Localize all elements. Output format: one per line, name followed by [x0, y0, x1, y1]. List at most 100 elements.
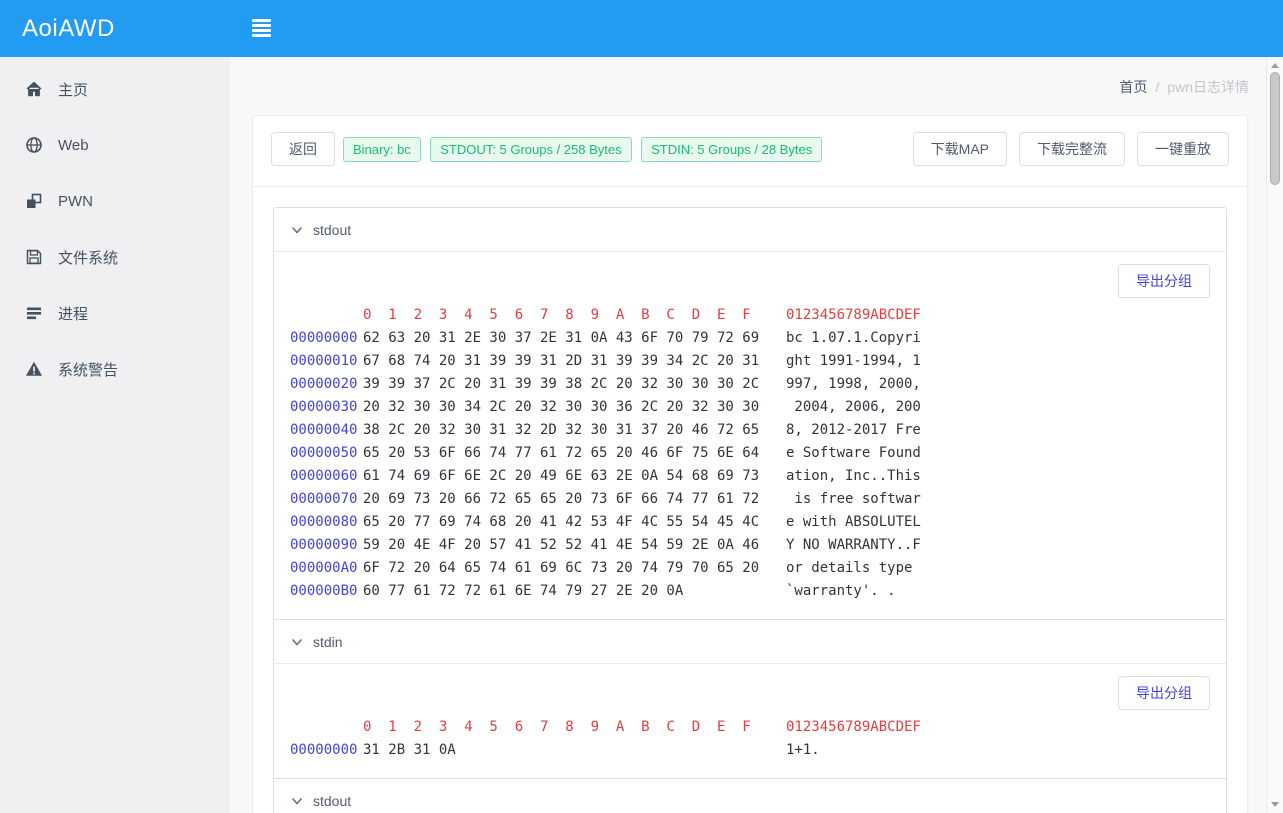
hex-offset: 00000060 [290, 468, 358, 484]
hex-offset: 00000080 [290, 514, 358, 530]
hex-ascii: 1+1. [786, 742, 820, 758]
collapse-title: stdin [313, 633, 343, 650]
breadcrumb-separator: / [1155, 79, 1160, 95]
sidebar-item-label: 系统警告 [58, 361, 119, 379]
hex-ascii: 8, 2012-2017 Fre [786, 422, 921, 438]
collapse-header[interactable]: stdin [274, 620, 1226, 664]
sidebar: AoiAWD 主页 Web PWN 文件系统 进程 系统警告 [0, 0, 230, 813]
hexdump-column-header: 000000000 1 2 3 4 5 6 7 8 9 A B C D E F0… [363, 307, 921, 323]
stream-collapse: stdout 导出分组 000000000 1 2 3 4 5 6 7 8 9 … [273, 207, 1227, 813]
sidebar-item-alerts[interactable]: 系统警告 [0, 341, 230, 397]
hex-bytes: 31 2B 31 0A [363, 742, 456, 758]
breadcrumb: 首页 / pwn日志详情 [1119, 77, 1249, 97]
export-group-button[interactable]: 导出分组 [1118, 264, 1210, 298]
hexdump: 000000000 1 2 3 4 5 6 7 8 9 A B C D E F0… [290, 304, 1210, 603]
home-icon [25, 80, 43, 98]
hexdump-column-header: 000000000 1 2 3 4 5 6 7 8 9 A B C D E F0… [363, 719, 921, 735]
chevron-down-icon [292, 226, 302, 233]
globe-icon [25, 136, 43, 154]
collapse-title: stdout [313, 793, 352, 809]
hex-ascii: is free softwar [786, 491, 921, 507]
sidebar-item-label: Web [58, 136, 89, 154]
toolbar: 返回 Binary: bc STDOUT: 5 Groups / 258 Byt… [253, 116, 1247, 187]
clone-icon [25, 192, 43, 210]
hex-offset: 00000000 [290, 742, 358, 758]
hexdump-row: 00000010 67 68 74 20 31 39 39 31 2D 31 39… [290, 350, 1210, 373]
hex-ascii: e with ABSOLUTEL [786, 514, 921, 530]
hex-bytes: 39 39 37 2C 20 31 39 39 38 2C 20 32 30 3… [363, 376, 760, 392]
process-icon [25, 304, 43, 322]
hex-bytes: 59 20 4E 4F 20 57 41 52 52 41 4E 54 59 2… [363, 537, 760, 553]
status-badge: Binary: bc [343, 136, 421, 162]
hex-bytes: 61 74 69 6F 6E 2C 20 49 6E 63 2E 0A 54 6… [363, 468, 760, 484]
download-full-stream-button[interactable]: 下载完整流 [1019, 132, 1125, 166]
hex-offset: 00000070 [290, 491, 358, 507]
hexdump-row: 000000B0 60 77 61 72 72 61 6E 74 79 27 2E… [290, 580, 1210, 603]
sidebar-item-process[interactable]: 进程 [0, 285, 230, 341]
export-group-button[interactable]: 导出分组 [1118, 676, 1210, 710]
collapse-title: stdout [313, 221, 352, 238]
menu-icon[interactable] [252, 19, 271, 39]
hex-ascii: `warranty'. . [786, 583, 896, 599]
hexdump-row: 000000A0 6F 72 20 64 65 74 61 69 6C 73 20… [290, 557, 1210, 580]
chevron-down-icon [292, 638, 302, 645]
hex-ascii: Y NO WARRANTY..F [786, 537, 921, 553]
stream-section-stdout-0: stdout 导出分组 000000000 1 2 3 4 5 6 7 8 9 … [274, 208, 1226, 619]
warning-icon [25, 360, 43, 378]
hexdump-row: 00000080 65 20 77 69 74 68 20 41 42 53 4F… [290, 511, 1210, 534]
hex-offset: 00000090 [290, 537, 358, 553]
page-scrollbar[interactable] [1266, 57, 1283, 813]
status-badge: STDOUT: 5 Groups / 258 Bytes [430, 136, 632, 162]
collapse-header[interactable]: stdout [274, 779, 1226, 813]
download-map-button[interactable]: 下载MAP [912, 132, 1007, 166]
collapse-body: 导出分组 000000000 1 2 3 4 5 6 7 8 9 A B C D… [274, 252, 1226, 619]
hex-offset: 00000020 [290, 376, 358, 392]
breadcrumb-home[interactable]: 首页 [1119, 79, 1147, 95]
sidebar-item-pwn[interactable]: PWN [0, 173, 230, 229]
main-content: 首页 / pwn日志详情 返回 Binary: bc STDOUT: 5 Group… [230, 57, 1266, 813]
status-badge: STDIN: 5 Groups / 28 Bytes [641, 136, 823, 162]
hex-bytes: 60 77 61 72 72 61 6E 74 79 27 2E 20 0A [363, 583, 684, 599]
scroll-up-icon[interactable] [1271, 63, 1279, 68]
sidebar-item-filesystem[interactable]: 文件系统 [0, 229, 230, 285]
hexdump-row: 00000030 20 32 30 30 34 2C 20 32 30 30 36… [290, 396, 1210, 419]
hex-bytes: 65 20 53 6F 66 74 77 61 72 65 20 46 6F 7… [363, 445, 760, 461]
hex-bytes: 38 2C 20 32 30 31 32 2D 32 30 31 37 20 4… [363, 422, 760, 438]
scroll-down-icon[interactable] [1271, 802, 1279, 807]
stream-section-stdout-2: stdout [274, 778, 1226, 813]
sidebar-item-label: 主页 [58, 81, 89, 99]
pwn-log-detail-card: 返回 Binary: bc STDOUT: 5 Groups / 258 Byt… [252, 115, 1248, 813]
hexdump-row: 00000060 61 74 69 6F 6E 2C 20 49 6E 63 2E… [290, 465, 1210, 488]
stream-section-stdin-1: stdin 导出分组 000000000 1 2 3 4 5 6 7 8 9 A… [274, 619, 1226, 778]
replay-button[interactable]: 一键重放 [1137, 132, 1229, 166]
sidebar-item-label: PWN [58, 192, 93, 210]
floppy-icon [25, 248, 43, 266]
hexdump-row: 00000000 62 63 20 31 2E 30 37 2E 31 0A 43… [290, 327, 1210, 350]
hexdump-row: 00000020 39 39 37 2C 20 31 39 39 38 2C 20… [290, 373, 1210, 396]
hex-offset: 000000A0 [290, 560, 358, 576]
hex-offset: 00000040 [290, 422, 358, 438]
hexdump-row: 00000000 31 2B 31 0A 1+1. [290, 739, 1210, 762]
hex-ascii: bc 1.07.1.Copyri [786, 330, 921, 346]
sidebar-item-web[interactable]: Web [0, 117, 230, 173]
collapse-body: 导出分组 000000000 1 2 3 4 5 6 7 8 9 A B C D… [274, 664, 1226, 778]
breadcrumb-current: pwn日志详情 [1167, 79, 1249, 95]
hex-offset: 00000010 [290, 353, 358, 369]
hex-offset: 00000000 [290, 330, 358, 346]
sidebar-item-home[interactable]: 主页 [0, 61, 230, 117]
collapse-header[interactable]: stdout [274, 208, 1226, 252]
hex-bytes: 62 63 20 31 2E 30 37 2E 31 0A 43 6F 70 7… [363, 330, 760, 346]
hex-ascii: ation, Inc..This [786, 468, 921, 484]
scrollbar-thumb[interactable] [1270, 72, 1280, 185]
hexdump: 000000000 1 2 3 4 5 6 7 8 9 A B C D E F0… [290, 716, 1210, 762]
sidebar-item-label: 文件系统 [58, 249, 119, 267]
app-logo: AoiAWD [0, 0, 230, 57]
sidebar-nav: 主页 Web PWN 文件系统 进程 系统警告 [0, 57, 230, 397]
hex-bytes: 20 69 73 20 66 72 65 65 20 73 6F 66 74 7… [363, 491, 760, 507]
hexdump-row: 00000050 65 20 53 6F 66 74 77 61 72 65 20… [290, 442, 1210, 465]
hexdump-row: 00000070 20 69 73 20 66 72 65 65 20 73 6F… [290, 488, 1210, 511]
back-button[interactable]: 返回 [271, 132, 335, 166]
hex-ascii: ght 1991-1994, 1 [786, 353, 921, 369]
hex-bytes: 67 68 74 20 31 39 39 31 2D 31 39 39 34 2… [363, 353, 760, 369]
chevron-down-icon [292, 798, 302, 805]
